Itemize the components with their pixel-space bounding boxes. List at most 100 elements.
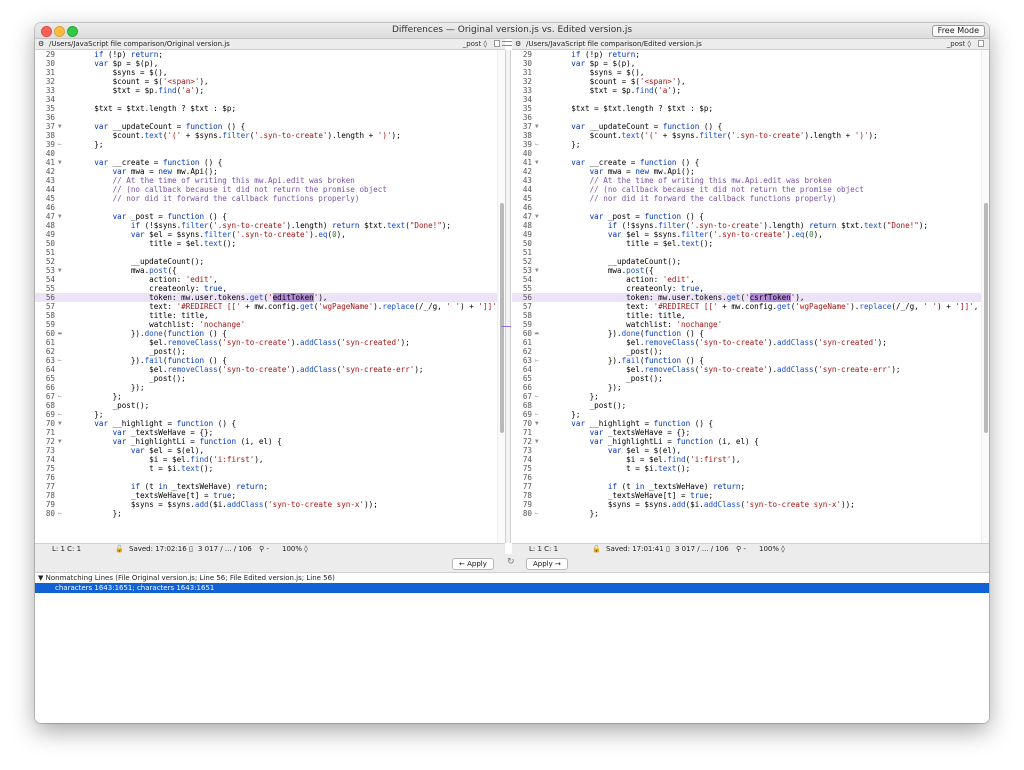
divider-handle-icon[interactable] (502, 41, 512, 46)
sync-icon[interactable]: ↻ (507, 557, 515, 567)
lock-icon[interactable]: 🔓 (592, 544, 601, 554)
left-code-line[interactable]: 29 if (!p) return; (35, 50, 505, 59)
fold-toggle-icon[interactable]: ▼ (58, 437, 62, 446)
fold-toggle-icon[interactable]: ▬ (58, 329, 62, 338)
left-code-line[interactable]: 51 (35, 248, 505, 257)
left-code-line[interactable]: 69 ⌙ }; (35, 410, 505, 419)
right-code-line[interactable]: 41 ▼ var __create = function () { (512, 158, 989, 167)
right-code-line[interactable]: 32 $count = $('<span>'), (512, 77, 989, 86)
left-code-line[interactable]: 47 ▼ var _post = function () { (35, 212, 505, 221)
right-code-line[interactable]: 50 title = $el.text(); (512, 239, 989, 248)
left-code-line[interactable]: 49 var $el = $syns.filter('.syn-to-creat… (35, 230, 505, 239)
left-code-line[interactable]: 48 if (!$syns.filter('.syn-to-create').l… (35, 221, 505, 230)
right-code-line[interactable]: 73 var $el = $(el), (512, 446, 989, 455)
right-code-line[interactable]: 31 $syns = $(), (512, 68, 989, 77)
fold-toggle-icon[interactable]: ▼ (58, 419, 62, 428)
left-code-line[interactable]: 75 t = $i.text(); (35, 464, 505, 473)
gear-icon[interactable]: ⚙ (515, 39, 521, 49)
right-code-line[interactable]: 67 ⌙ }; (512, 392, 989, 401)
right-code-line[interactable]: 46 (512, 203, 989, 212)
left-code-line[interactable]: 42 var mwa = new mw.Api(); (35, 167, 505, 176)
fold-toggle-icon[interactable]: ▼ (535, 266, 539, 275)
left-code-line[interactable]: 54 action: 'edit', (35, 275, 505, 284)
left-code-line[interactable]: 38 $count.text('(' + $syns.filter('.syn-… (35, 131, 505, 140)
difference-row[interactable]: characters 1643:1651; characters 1643:16… (35, 583, 989, 593)
right-code-line[interactable]: 30 var $p = $(p), (512, 59, 989, 68)
right-code-line[interactable]: 47 ▼ var _post = function () { (512, 212, 989, 221)
fold-toggle-icon[interactable]: ⌙ (58, 140, 62, 149)
nonmatching-lines-header[interactable]: ▼ Nonmatching Lines (File Original versi… (38, 574, 335, 583)
right-code-line[interactable]: 62 _post(); (512, 347, 989, 356)
left-code-line[interactable]: 78 _textsWeHave[t] = true; (35, 491, 505, 500)
left-code-line[interactable]: 34 (35, 95, 505, 104)
right-scrollbar[interactable] (981, 50, 989, 543)
fold-toggle-icon[interactable]: ⌙ (535, 392, 539, 401)
right-code-line[interactable]: 64 $el.removeClass('syn-to-create').addC… (512, 365, 989, 374)
right-code-line[interactable]: 54 action: 'edit', (512, 275, 989, 284)
left-code-line[interactable]: 32 $count = $('<span>'), (35, 77, 505, 86)
right-code-line[interactable]: 39 ⌙ }; (512, 140, 989, 149)
right-code-line[interactable]: 60 ▬ }).done(function () { (512, 329, 989, 338)
right-code-line[interactable]: 68 _post(); (512, 401, 989, 410)
left-code-line[interactable]: 43 // At the time of writing this mw.Api… (35, 176, 505, 185)
left-code-line[interactable]: 66 }); (35, 383, 505, 392)
right-code-line[interactable]: 71 var _textsWeHave = {}; (512, 428, 989, 437)
fold-toggle-icon[interactable]: ▼ (58, 158, 62, 167)
fold-toggle-icon[interactable]: ⌙ (535, 410, 539, 419)
left-code-line[interactable]: 68 _post(); (35, 401, 505, 410)
left-code-line[interactable]: 73 var $el = $(el), (35, 446, 505, 455)
right-code-line[interactable]: 52 __updateCount(); (512, 257, 989, 266)
left-code-line[interactable]: 70 ▼ var __highlight = function () { (35, 419, 505, 428)
right-code-line[interactable]: 61 $el.removeClass('syn-to-create').addC… (512, 338, 989, 347)
left-code-line[interactable]: 77 if (t in _textsWeHave) return; (35, 482, 505, 491)
disclosure-triangle-icon[interactable]: ▼ (38, 574, 46, 582)
left-code-line[interactable]: 79 $syns = $syns.add($i.addClass('syn-to… (35, 500, 505, 509)
right-code-line[interactable]: 76 (512, 473, 989, 482)
left-code-line[interactable]: 74 $i = $el.find('i:first'), (35, 455, 505, 464)
left-code-line[interactable]: 57 text: '#REDIRECT [[' + mw.config.get(… (35, 302, 505, 311)
fold-toggle-icon[interactable]: ▼ (58, 212, 62, 221)
zoom-out-icon[interactable]: ⚲ - (259, 544, 269, 554)
right-code-line[interactable]: 36 (512, 113, 989, 122)
left-code-line[interactable]: 62 _post(); (35, 347, 505, 356)
right-code-line[interactable]: 37 ▼ var __updateCount = function () { (512, 122, 989, 131)
left-code-line[interactable]: 59 watchlist: 'nochange' (35, 320, 505, 329)
left-code-line[interactable]: 64 $el.removeClass('syn-to-create').addC… (35, 365, 505, 374)
apply-left-button[interactable]: ← Apply (452, 558, 494, 570)
left-code-line[interactable]: 35 $txt = $txt.length ? $txt : $p; (35, 104, 505, 113)
right-code-line[interactable]: 45 // nor did it forward the callback fu… (512, 194, 989, 203)
right-code-line[interactable]: 63 ⌙ }).fail(function () { (512, 356, 989, 365)
left-code-line[interactable]: 55 createonly: true, (35, 284, 505, 293)
left-scrollbar-thumb[interactable] (500, 203, 504, 433)
fold-toggle-icon[interactable]: ▼ (535, 158, 539, 167)
left-code-line[interactable]: 80 ⌙ }; (35, 509, 505, 518)
left-code-line[interactable]: 63 ⌙ }).fail(function () { (35, 356, 505, 365)
fold-toggle-icon[interactable]: ⌙ (535, 140, 539, 149)
fold-toggle-icon[interactable]: ⌙ (535, 509, 539, 518)
right-code-line[interactable]: 44 // (no callback because it did not re… (512, 185, 989, 194)
right-code-editor[interactable]: 29 if (!p) return; 30 var $p = $(p), 31 $s… (512, 50, 989, 543)
left-code-line[interactable]: 56 token: mw.user.tokens.get('editToken'… (35, 293, 505, 302)
fold-toggle-icon[interactable]: ⌙ (58, 509, 62, 518)
fold-toggle-icon[interactable]: ▼ (535, 437, 539, 446)
right-code-line[interactable]: 66 }); (512, 383, 989, 392)
right-code-line[interactable]: 65 _post(); (512, 374, 989, 383)
right-code-line[interactable]: 69 ⌙ }; (512, 410, 989, 419)
fold-toggle-icon[interactable]: ▼ (535, 212, 539, 221)
left-zoom-level[interactable]: 100% ◊ (282, 544, 308, 554)
right-code-line[interactable]: 33 $txt = $p.find('a'); (512, 86, 989, 95)
left-code-line[interactable]: 40 (35, 149, 505, 158)
right-code-line[interactable]: 57 text: '#REDIRECT [[' + mw.config.get(… (512, 302, 989, 311)
zoom-out-icon[interactable]: ⚲ - (736, 544, 746, 554)
right-code-line[interactable]: 80 ⌙ }; (512, 509, 989, 518)
fold-toggle-icon[interactable]: ▼ (58, 122, 62, 131)
left-code-line[interactable]: 41 ▼ var __create = function () { (35, 158, 505, 167)
left-code-editor[interactable]: 29 if (!p) return; 30 var $p = $(p), 31 $s… (35, 50, 505, 543)
left-code-line[interactable]: 58 title: title, (35, 311, 505, 320)
document-icon[interactable] (978, 40, 984, 47)
right-code-line[interactable]: 43 // At the time of writing this mw.Api… (512, 176, 989, 185)
fold-toggle-icon[interactable]: ⌙ (58, 356, 62, 365)
apply-right-button[interactable]: Apply → (526, 558, 568, 570)
right-code-line[interactable]: 48 if (!$syns.filter('.syn-to-create').l… (512, 221, 989, 230)
right-code-line[interactable]: 53 ▼ mwa.post({ (512, 266, 989, 275)
